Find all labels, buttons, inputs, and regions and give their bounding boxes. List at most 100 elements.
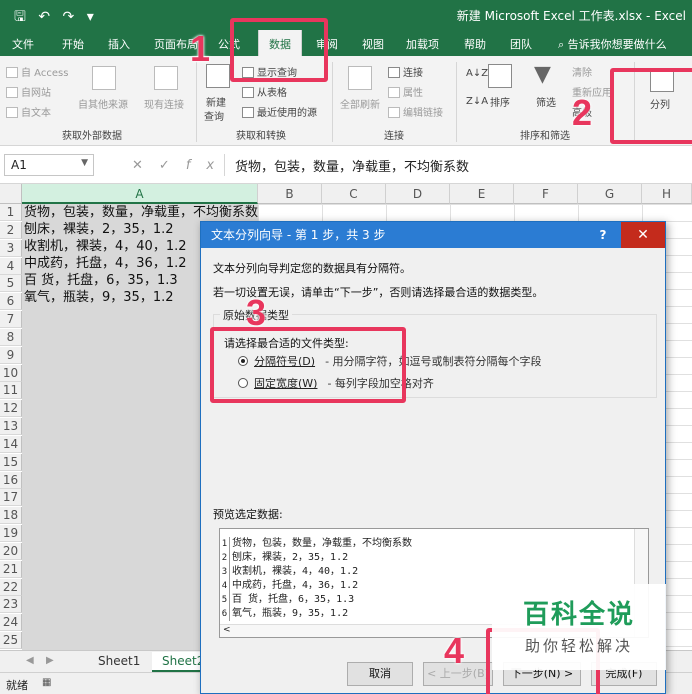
close-button[interactable]: ✕: [621, 222, 665, 248]
cancel-icon[interactable]: ✕: [132, 158, 159, 173]
tab-home[interactable]: 开始: [62, 36, 84, 52]
divider: [196, 62, 197, 142]
row-header[interactable]: 12: [0, 400, 22, 418]
recent-sources-icon: [242, 107, 254, 118]
preview-row: 刨床，裸装，2，35，1.2: [232, 552, 349, 563]
tab-view[interactable]: 视图: [362, 36, 384, 52]
cell-a6[interactable]: 氧气，瓶装，9，35，1.2: [24, 289, 174, 306]
cell-a3[interactable]: 收割机，裸装，4，40，1.2: [24, 238, 187, 255]
name-box[interactable]: A1 ▼: [4, 154, 94, 176]
column-header-c[interactable]: C: [322, 184, 386, 204]
select-all-corner[interactable]: [0, 184, 22, 204]
preview-row: 氧气，瓶装，9，35，1.2: [232, 608, 349, 619]
annotation-number-4: 4: [444, 630, 465, 671]
preview-row-number: 2: [220, 551, 230, 565]
column-header-e[interactable]: E: [450, 184, 514, 204]
formula-buttons: ✕✓fx: [132, 158, 230, 173]
tab-insert[interactable]: 插入: [108, 36, 130, 52]
row-header[interactable]: 17: [0, 489, 22, 507]
window-title: 新建 Microsoft Excel 工作表.xlsx - Excel: [456, 9, 686, 23]
divider: [332, 62, 333, 142]
sheet-nav-next-icon[interactable]: ▶: [46, 655, 54, 666]
new-query-button-line2[interactable]: 查询: [204, 108, 224, 123]
other-sources-button[interactable]: 自其他来源: [78, 96, 128, 111]
tab-file[interactable]: 文件: [12, 36, 34, 52]
column-header-a[interactable]: A: [22, 184, 258, 204]
from-text-button[interactable]: 自文本: [6, 104, 51, 119]
column-header-h[interactable]: H: [642, 184, 692, 204]
cell-a4[interactable]: 中成药，托盘，4，36，1.2: [24, 255, 187, 272]
row-header[interactable]: 11: [0, 382, 22, 400]
preview-row: 百 货，托盘，6，35，1.3: [232, 594, 355, 605]
chevron-down-icon[interactable]: ▼: [81, 158, 88, 168]
row-header[interactable]: 22: [0, 578, 22, 596]
tab-help[interactable]: 帮助: [464, 36, 486, 52]
row-header[interactable]: 25: [0, 632, 22, 650]
tab-addins[interactable]: 加载项: [406, 36, 439, 52]
cell-a2[interactable]: 刨床，裸装，2，35，1.2: [24, 221, 174, 238]
row-header[interactable]: 16: [0, 471, 22, 489]
quick-access-toolbar[interactable]: 🖫 ↶ ↷ ▾: [14, 6, 98, 30]
row-header[interactable]: 14: [0, 435, 22, 453]
row-header[interactable]: 19: [0, 525, 22, 543]
column-header-d[interactable]: D: [386, 184, 450, 204]
row-header[interactable]: 20: [0, 542, 22, 560]
column-header-f[interactable]: F: [514, 184, 578, 204]
row-header[interactable]: 1: [0, 204, 22, 221]
row-header[interactable]: 18: [0, 507, 22, 525]
from-access-button[interactable]: 自 Access: [6, 64, 68, 79]
recent-sources-button[interactable]: 最近使用的源: [242, 104, 317, 119]
tab-team[interactable]: 团队: [510, 36, 532, 52]
sheet-nav-prev-icon[interactable]: ◀: [26, 655, 34, 666]
watermark-title: 百科全说: [522, 600, 635, 630]
sort-za-icon[interactable]: Z↓A: [466, 96, 488, 107]
existing-connections-button[interactable]: 现有连接: [144, 96, 184, 111]
preview-row-number: 5: [220, 593, 230, 607]
from-table-button[interactable]: 从表格: [242, 84, 287, 99]
text-file-icon: [6, 107, 18, 118]
row-header[interactable]: 7: [0, 311, 22, 329]
clear-filter-button[interactable]: 清除: [572, 64, 592, 79]
annotation-number-3: 3: [246, 292, 267, 333]
formula-input[interactable]: 货物，包装，数量，净载重，不均衡系数: [224, 154, 690, 176]
other-sources-icon: [92, 66, 116, 90]
row-header[interactable]: 13: [0, 418, 22, 436]
row-header[interactable]: 9: [0, 346, 22, 364]
scroll-left-icon[interactable]: <: [223, 625, 231, 635]
cancel-button[interactable]: 取消: [347, 662, 413, 686]
check-icon[interactable]: ✓: [159, 158, 186, 173]
divider: [456, 62, 457, 142]
row-header[interactable]: 3: [0, 239, 22, 257]
from-web-button[interactable]: 自网站: [6, 84, 51, 99]
row-header[interactable]: 8: [0, 328, 22, 346]
row-header[interactable]: 4: [0, 257, 22, 275]
sort-az-icon[interactable]: A↓Z: [466, 68, 488, 79]
web-icon: [6, 87, 18, 98]
properties-button[interactable]: 属性: [388, 84, 423, 99]
help-button[interactable]: ?: [585, 222, 621, 248]
column-header-g[interactable]: G: [578, 184, 642, 204]
row-header[interactable]: 21: [0, 560, 22, 578]
cell-a1[interactable]: 货物，包装，数量，净载重，不均衡系数: [24, 204, 258, 221]
cell-a5[interactable]: 百 货，托盘，6，35，1.3: [24, 272, 178, 289]
new-query-button[interactable]: 新建: [206, 94, 226, 109]
row-header[interactable]: 2: [0, 221, 22, 239]
macro-record-icon[interactable]: ▦: [42, 677, 51, 688]
row-header[interactable]: 5: [0, 275, 22, 293]
row-header[interactable]: 6: [0, 293, 22, 311]
connections-button[interactable]: 连接: [388, 64, 423, 79]
tell-me-search[interactable]: ⌕ 告诉我你想要做什么: [558, 36, 667, 52]
row-header[interactable]: 15: [0, 453, 22, 471]
sheet-tab-sheet1[interactable]: Sheet1: [88, 652, 150, 672]
group-connections: 连接: [384, 131, 404, 142]
row-header[interactable]: 23: [0, 596, 22, 614]
row-header[interactable]: 10: [0, 364, 22, 382]
filter-button[interactable]: 筛选: [536, 94, 556, 109]
column-header-b[interactable]: B: [258, 184, 322, 204]
sort-button[interactable]: 排序: [490, 94, 510, 109]
row-header[interactable]: 24: [0, 614, 22, 632]
sort-icon: [488, 64, 512, 88]
refresh-all-button[interactable]: 全部刷新: [340, 96, 380, 111]
edit-links-button[interactable]: 编辑链接: [388, 104, 443, 119]
preview-row: 中成药，托盘，4，36，1.2: [232, 580, 359, 591]
